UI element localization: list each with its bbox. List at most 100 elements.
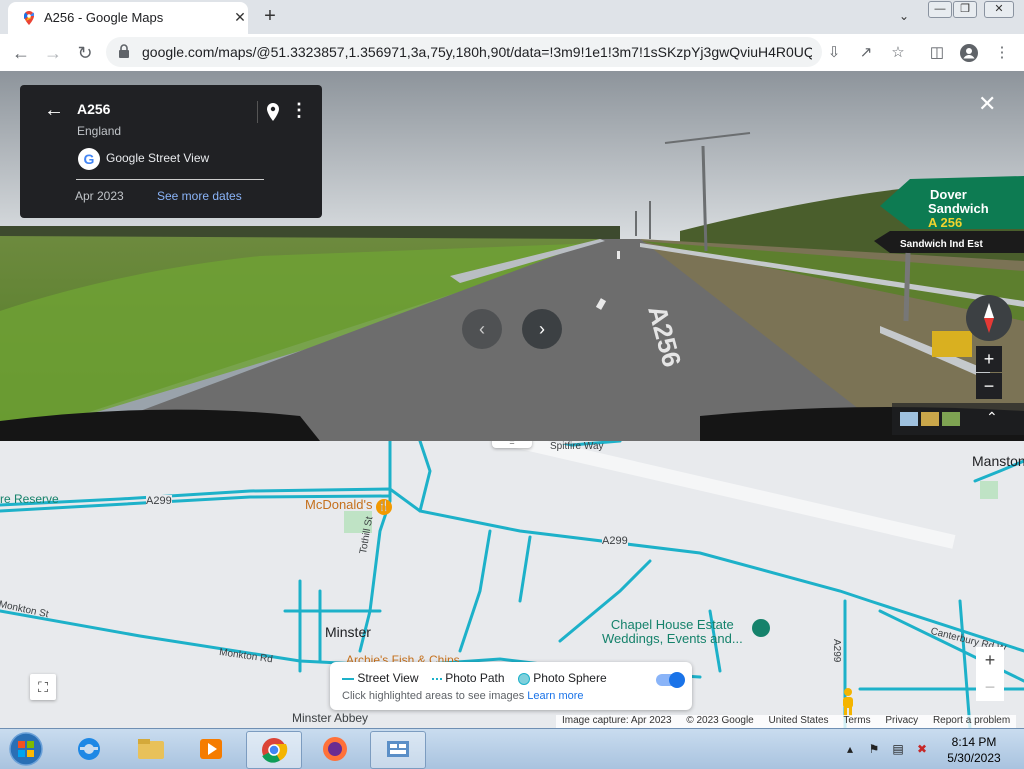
- hint-text: Click highlighted areas to see images: [342, 690, 525, 702]
- thumbnail[interactable]: [921, 412, 939, 426]
- next-photo-arrow-icon[interactable]: ›: [522, 309, 562, 349]
- region-link[interactable]: United States: [769, 715, 829, 726]
- image-capture-date: Image capture: Apr 2023: [562, 715, 672, 726]
- browser-toolbar: ← → ↻ google.com/maps/@51.3323857,1.3569…: [0, 34, 1024, 72]
- terms-link[interactable]: Terms: [843, 715, 870, 726]
- url-host: google.com: [142, 44, 215, 60]
- compass-icon[interactable]: [966, 295, 1012, 341]
- action-center-flag-icon[interactable]: ⚑: [866, 741, 882, 757]
- control-panel-icon[interactable]: [370, 731, 426, 769]
- poi-label: McDonald's: [305, 497, 373, 512]
- road-sign-text: Dover: [930, 187, 967, 202]
- close-window-icon[interactable]: ✕: [984, 1, 1014, 18]
- new-tab-icon[interactable]: +: [258, 4, 282, 28]
- google-logo-icon: G: [78, 148, 100, 170]
- pegman-icon[interactable]: [838, 687, 858, 717]
- location-title: A256: [77, 101, 111, 117]
- poi-marker-icon[interactable]: [752, 619, 770, 637]
- clock-time[interactable]: 8:14 PM: [944, 735, 1004, 749]
- expand-chevron-icon[interactable]: ⌃: [986, 409, 998, 426]
- poi-mcdonalds[interactable]: McDonald's 🍴: [305, 497, 393, 515]
- street-view-info-card: ← A256 England ⋮ G Google Street View Ap…: [20, 85, 322, 218]
- place-label: re Reserve: [0, 492, 59, 506]
- zoom-out-icon[interactable]: −: [976, 373, 1002, 399]
- reload-icon[interactable]: ↻: [73, 41, 97, 65]
- tab-strip: A256 - Google Maps ✕ + ⌄ — ❐ ✕: [0, 0, 1024, 34]
- place-label: Minster Abbey: [292, 711, 369, 725]
- photo-sphere-dot-icon: [517, 672, 530, 685]
- restaurant-icon: 🍴: [376, 499, 393, 515]
- file-explorer-icon[interactable]: [124, 731, 178, 767]
- tab-search-chevron-icon[interactable]: ⌄: [894, 6, 914, 26]
- zoom-in-icon[interactable]: +: [976, 346, 1002, 372]
- copyright: © 2023 Google: [686, 715, 754, 726]
- legend-items: Street View Photo Path Photo Sphere: [342, 671, 607, 685]
- poi-label: Weddings, Events and...: [602, 631, 743, 646]
- fullscreen-icon[interactable]: ⛶: [30, 674, 56, 700]
- report-problem-link[interactable]: Report a problem: [933, 715, 1010, 726]
- restore-window-icon[interactable]: ❐: [953, 1, 977, 18]
- internet-explorer-icon[interactable]: [62, 731, 116, 767]
- split-view-drag-handle[interactable]: =: [492, 441, 532, 448]
- street-view-line-icon: [342, 677, 354, 680]
- map-zoom-in-icon[interactable]: +: [976, 647, 1004, 674]
- show-hidden-icons-icon[interactable]: ▴: [842, 741, 858, 757]
- network-icon[interactable]: ▤: [890, 741, 906, 757]
- back-arrow-icon[interactable]: ←: [9, 41, 33, 65]
- street-view-panorama[interactable]: A256 Dover Sandwich A 256 Sandwich Ind Est …: [0, 71, 1024, 441]
- url-path: /maps/@51.3323857,1.356971,3a,75y,180h,9…: [214, 44, 812, 60]
- clock-date[interactable]: 5/30/2023: [944, 751, 1004, 765]
- url-text[interactable]: google.com/maps/@51.3323857,1.356971,3a,…: [142, 44, 812, 60]
- side-panel-icon[interactable]: ◫: [925, 41, 949, 65]
- taskbar: ▴ ⚑ ▤ ✖ 8:14 PM 5/30/2023: [0, 728, 1024, 769]
- browser-menu-icon[interactable]: ⋮: [990, 41, 1014, 65]
- town-label: Manston: [972, 453, 1024, 469]
- chrome-icon[interactable]: [246, 731, 302, 769]
- poi-chapel-house[interactable]: Chapel House Estate Weddings, Events and…: [602, 618, 743, 646]
- location-pin-icon[interactable]: [267, 103, 279, 126]
- firefox-icon[interactable]: [308, 731, 362, 767]
- divider: [257, 101, 258, 123]
- location-subtitle: England: [77, 124, 122, 138]
- thumbnail[interactable]: [942, 412, 960, 426]
- media-player-icon[interactable]: [184, 731, 238, 767]
- road-sign-text: A 256: [928, 215, 962, 230]
- poi-label: Chapel House Estate: [610, 617, 734, 632]
- photo-thumbnails[interactable]: ⌃: [892, 403, 1024, 435]
- town-label: Minster: [325, 624, 371, 640]
- thumbnail[interactable]: [900, 412, 918, 426]
- previous-photo-arrow-icon[interactable]: ‹: [462, 309, 502, 349]
- map-canvas[interactable]: A299 re Reserve McDonald's 🍴 A299 Spitfi…: [0, 441, 1024, 728]
- back-arrow-icon[interactable]: ←: [44, 99, 64, 122]
- browser-tab[interactable]: A256 - Google Maps ✕: [8, 2, 248, 34]
- map-zoom-out-icon[interactable]: −: [976, 674, 1004, 701]
- road-sign-text: Sandwich: [928, 201, 989, 216]
- share-icon[interactable]: ↗: [854, 41, 878, 65]
- tab-close-icon[interactable]: ✕: [230, 7, 250, 27]
- profile-avatar-icon[interactable]: [957, 41, 981, 65]
- privacy-link[interactable]: Privacy: [885, 715, 918, 726]
- more-options-icon[interactable]: ⋮: [290, 100, 308, 121]
- legend-photo-sphere: Photo Sphere: [533, 671, 607, 685]
- road-label: Spitfire Way: [550, 441, 604, 452]
- legend-hint: Click highlighted areas to see images Le…: [342, 690, 584, 702]
- minimize-window-icon[interactable]: —: [928, 1, 952, 18]
- coverage-toggle[interactable]: [656, 672, 685, 688]
- divider: [76, 179, 264, 180]
- tab-title: A256 - Google Maps: [44, 10, 164, 25]
- windows-start-icon[interactable]: [6, 731, 46, 767]
- learn-more-link[interactable]: Learn more: [527, 690, 583, 702]
- install-app-icon[interactable]: ⇩: [822, 41, 846, 65]
- map-attribution: Image capture: Apr 2023 © 2023 Google Un…: [556, 715, 1017, 728]
- lock-icon: [119, 44, 129, 58]
- road-label: A299: [831, 639, 842, 663]
- imagery-source: Google Street View: [106, 151, 210, 165]
- forward-arrow-icon[interactable]: →: [41, 41, 65, 65]
- legend-photo-path: Photo Path: [445, 671, 505, 685]
- bookmark-star-icon[interactable]: ☆: [886, 41, 910, 65]
- photo-path-line-icon: [431, 677, 442, 680]
- close-street-view-icon[interactable]: ✕: [978, 91, 996, 117]
- volume-muted-icon[interactable]: ✖: [914, 741, 930, 757]
- address-bar[interactable]: google.com/maps/@51.3323857,1.356971,3a,…: [106, 37, 822, 67]
- see-more-dates-link[interactable]: See more dates: [157, 189, 242, 203]
